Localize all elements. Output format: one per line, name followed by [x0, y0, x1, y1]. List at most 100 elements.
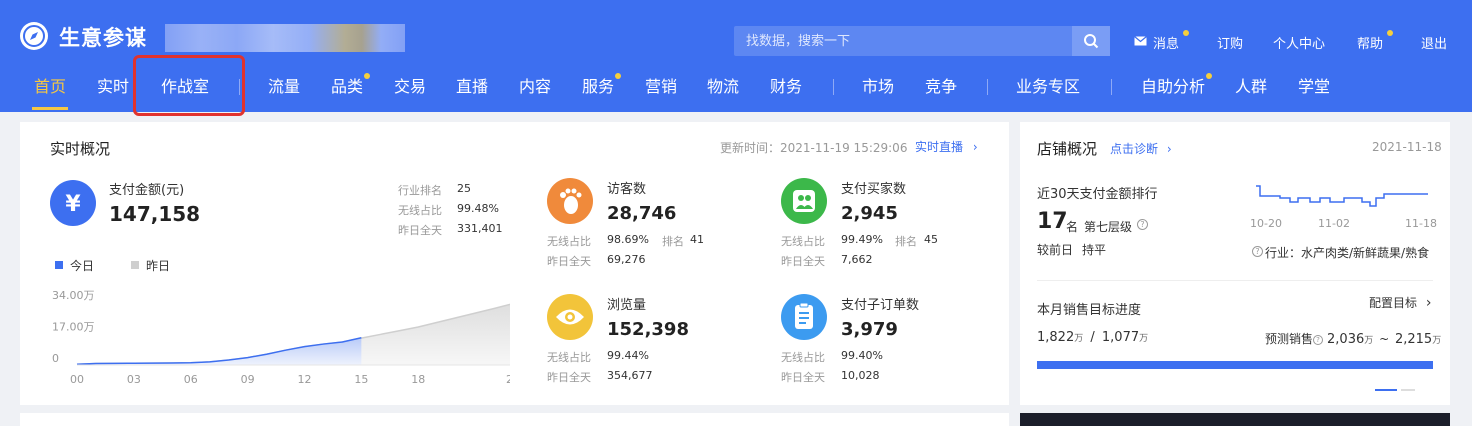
carousel-dot[interactable] — [1401, 389, 1415, 391]
nav-business-zone[interactable]: 业务专区 — [1016, 73, 1080, 97]
nav-service[interactable]: 服务 — [582, 73, 621, 97]
nav-active-indicator — [32, 107, 68, 110]
visitors-wireless-value: 98.69% — [607, 233, 649, 246]
visitors-wireless-label: 无线占比 — [547, 235, 591, 248]
predict-low: 2,036 — [1327, 332, 1365, 347]
realtime-overview-card: 实时概况 更新时间：2021-11-19 15:29:06 实时直播 › ¥ 支… — [20, 122, 1009, 405]
buyers-yesterday-label: 昨日全天 — [781, 255, 825, 268]
pay-wireless-value: 99.48% — [457, 202, 499, 215]
nav-logistics[interactable]: 物流 — [707, 73, 739, 97]
nav-competition[interactable]: 竞争 — [925, 73, 957, 97]
nav-traffic[interactable]: 流量 — [268, 73, 300, 97]
nav-marketing[interactable]: 营销 — [645, 73, 677, 97]
nav-live[interactable]: 直播 — [456, 73, 488, 97]
legend-today-swatch — [55, 261, 63, 269]
store-title: 店铺概况 — [1037, 140, 1098, 158]
help-circle-icon[interactable]: ? — [1252, 246, 1263, 257]
nav-separator — [1111, 79, 1112, 95]
y-tick-label: 17.00万 — [52, 321, 95, 334]
update-time: 更新时间：2021-11-19 15:29:06 — [720, 141, 908, 155]
pageviews-label: 浏览量 — [607, 298, 647, 313]
x-tick-label: 12 — [297, 373, 311, 386]
pageviews-wireless-value: 99.44% — [607, 349, 649, 362]
mail-icon — [1134, 36, 1147, 46]
user-group-icon — [781, 178, 827, 224]
pay-yesterday-value: 331,401 — [457, 222, 503, 235]
nav-finance[interactable]: 财务 — [770, 73, 802, 97]
predict-high: 2,215 — [1394, 332, 1433, 347]
legend-today-label: 今日 — [70, 259, 95, 273]
annotation-highlight-box — [133, 55, 245, 116]
realtime-title: 实时概况 — [50, 140, 111, 158]
unit: 万 — [1432, 336, 1442, 346]
search-input[interactable] — [734, 26, 1072, 56]
nav-separator — [987, 79, 988, 95]
diagnose-link-label: 点击诊断 — [1110, 142, 1159, 156]
help-badge — [1387, 30, 1393, 36]
nav-realtime[interactable]: 实时 — [97, 73, 129, 97]
current-sales: 1,822 — [1037, 330, 1075, 345]
industry-label: 行业：水产肉类/新鲜蔬果/熟食 — [1265, 246, 1430, 260]
pageviews-yesterday-value: 354,677 — [607, 369, 653, 382]
spark-tick-mid: 11-02 — [1318, 217, 1350, 230]
buyers-label: 支付买家数 — [841, 182, 907, 197]
x-tick-label: 03 — [127, 373, 141, 386]
help-circle-icon[interactable]: ? — [1137, 219, 1148, 230]
diagnose-link[interactable]: 点击诊断 › — [1110, 140, 1172, 157]
unit: 万 — [1074, 334, 1084, 344]
help-link[interactable]: 帮助 — [1357, 30, 1393, 52]
nav-self-analysis-label: 自助分析 — [1141, 77, 1206, 96]
legend-yesterday-swatch — [131, 261, 139, 269]
live-link-label: 实时直播 — [915, 140, 964, 154]
nav-self-analysis[interactable]: 自助分析 — [1141, 73, 1212, 97]
buyers-yesterday-value: 7,662 — [841, 253, 873, 266]
help-label: 帮助 — [1357, 37, 1384, 52]
nav-category[interactable]: 品类 — [331, 73, 370, 97]
buyers-wireless-label: 无线占比 — [781, 235, 825, 248]
visitors-yesterday-value: 69,276 — [607, 253, 646, 266]
x-tick-label: 18 — [411, 373, 425, 386]
nav-crowd[interactable]: 人群 — [1235, 73, 1267, 97]
chevron-right-icon: › — [972, 140, 978, 154]
nav-academy[interactable]: 学堂 — [1298, 73, 1330, 97]
subscribe-link[interactable]: 订购 — [1217, 33, 1243, 52]
yuan-icon: ¥ — [50, 180, 96, 226]
compare-value: 持平 — [1082, 243, 1107, 257]
x-tick-label: 09 — [241, 373, 255, 386]
nav-trade[interactable]: 交易 — [394, 73, 426, 97]
carousel-dot-active[interactable] — [1375, 389, 1397, 391]
spark-tick-end: 11-18 — [1405, 217, 1437, 230]
live-link[interactable]: 实时直播 › — [915, 138, 978, 155]
config-target-link[interactable]: 配置目标 › — [1369, 294, 1431, 311]
y-tick-label: 34.00万 — [52, 289, 95, 302]
legend-yesterday-label: 昨日 — [146, 259, 171, 273]
nav-content[interactable]: 内容 — [519, 73, 551, 97]
logout-link[interactable]: 退出 — [1421, 33, 1447, 52]
nav-service-badge — [615, 73, 621, 79]
search-button[interactable] — [1072, 26, 1110, 56]
help-circle-icon[interactable]: ? — [1313, 335, 1324, 345]
sub-orders-yesterday-label: 昨日全天 — [781, 371, 825, 384]
visitors-rank-label: 排名 — [662, 235, 684, 248]
messages-link[interactable]: 消息 — [1134, 30, 1189, 52]
nav-home[interactable]: 首页 — [34, 73, 66, 97]
blurred-shop-name — [165, 24, 405, 52]
x-tick-label: 00 — [70, 373, 84, 386]
nav-market[interactable]: 市场 — [862, 73, 894, 97]
app-title[interactable]: 生意参谋 — [59, 22, 147, 52]
rank-unit: 名 — [1066, 220, 1079, 234]
compare-label: 较前日 — [1037, 243, 1074, 257]
compass-logo-icon[interactable] — [20, 22, 48, 50]
predict-label: 预测销售 — [1265, 332, 1314, 346]
sub-orders-wireless-value: 99.40% — [841, 349, 883, 362]
search-box — [734, 26, 1110, 56]
store-overview-card: 店铺概况 点击诊断 › 2021-11-18 近30天支付金额排行 17 名 第… — [1020, 122, 1450, 405]
nav-separator — [833, 79, 834, 95]
pageviews-yesterday-label: 昨日全天 — [547, 371, 591, 384]
buyers-value: 2,945 — [841, 203, 898, 224]
visitors-label: 访客数 — [607, 182, 647, 197]
personal-center-link[interactable]: 个人中心 — [1273, 33, 1325, 52]
search-icon — [1084, 34, 1099, 49]
visitors-value: 28,746 — [607, 203, 677, 224]
chevron-right-icon: › — [1166, 142, 1172, 156]
